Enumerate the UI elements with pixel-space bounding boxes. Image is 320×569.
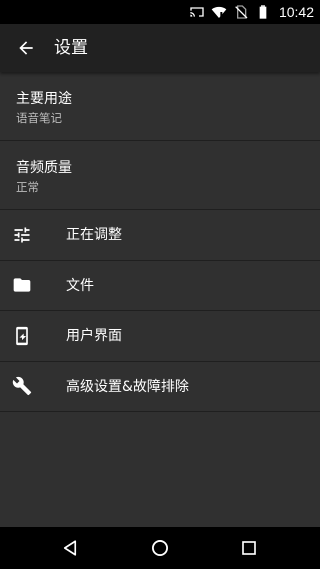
folder-icon (13, 278, 31, 292)
menu-item-label: 用户界面 (66, 328, 122, 344)
back-button[interactable] (6, 28, 46, 68)
back-triangle-icon (63, 540, 77, 556)
menu-item-label: 高级设置&故障排除 (66, 378, 189, 395)
status-icons: 10:42 (189, 0, 314, 24)
settings-list: 主要用途 语音笔记 音频质量 正常 正在调整 文件 用户界面 高级设置&故障排除 (0, 72, 320, 527)
nav-recents-button[interactable] (225, 527, 273, 569)
menu-item-label: 文件 (66, 277, 94, 294)
status-bar: 10:42 (0, 0, 320, 24)
pref-title: 音频质量 (16, 160, 72, 176)
wifi-icon (211, 6, 227, 18)
wrench-icon (12, 377, 32, 396)
menu-item-user-interface[interactable]: 用户界面 (0, 311, 320, 362)
navigation-bar (0, 527, 320, 569)
menu-item-label: 正在调整 (66, 227, 122, 243)
cast-icon (190, 7, 204, 17)
menu-item-advanced[interactable]: 高级设置&故障排除 (0, 362, 320, 412)
menu-item-tuning[interactable]: 正在调整 (0, 210, 320, 261)
pref-summary: 语音笔记 (16, 111, 62, 125)
app-bar: 设置 (0, 24, 320, 72)
menu-item-files[interactable]: 文件 (0, 261, 320, 311)
tune-icon (14, 227, 30, 243)
pref-summary: 正常 (16, 180, 39, 194)
battery-icon (259, 5, 267, 19)
nav-home-button[interactable] (136, 527, 184, 569)
pref-primary-use[interactable]: 主要用途 语音笔记 (0, 72, 320, 141)
recents-square-icon (242, 541, 256, 555)
no-sim-icon (235, 5, 248, 19)
nav-back-button[interactable] (46, 527, 94, 569)
status-time: 10:42 (278, 4, 314, 20)
pref-title: 主要用途 (16, 91, 72, 107)
phone-ui-icon (16, 326, 28, 345)
pref-audio-quality[interactable]: 音频质量 正常 (0, 141, 320, 210)
arrow-back-icon (19, 41, 33, 55)
page-title: 设置 (54, 38, 88, 58)
home-circle-icon (152, 540, 168, 556)
